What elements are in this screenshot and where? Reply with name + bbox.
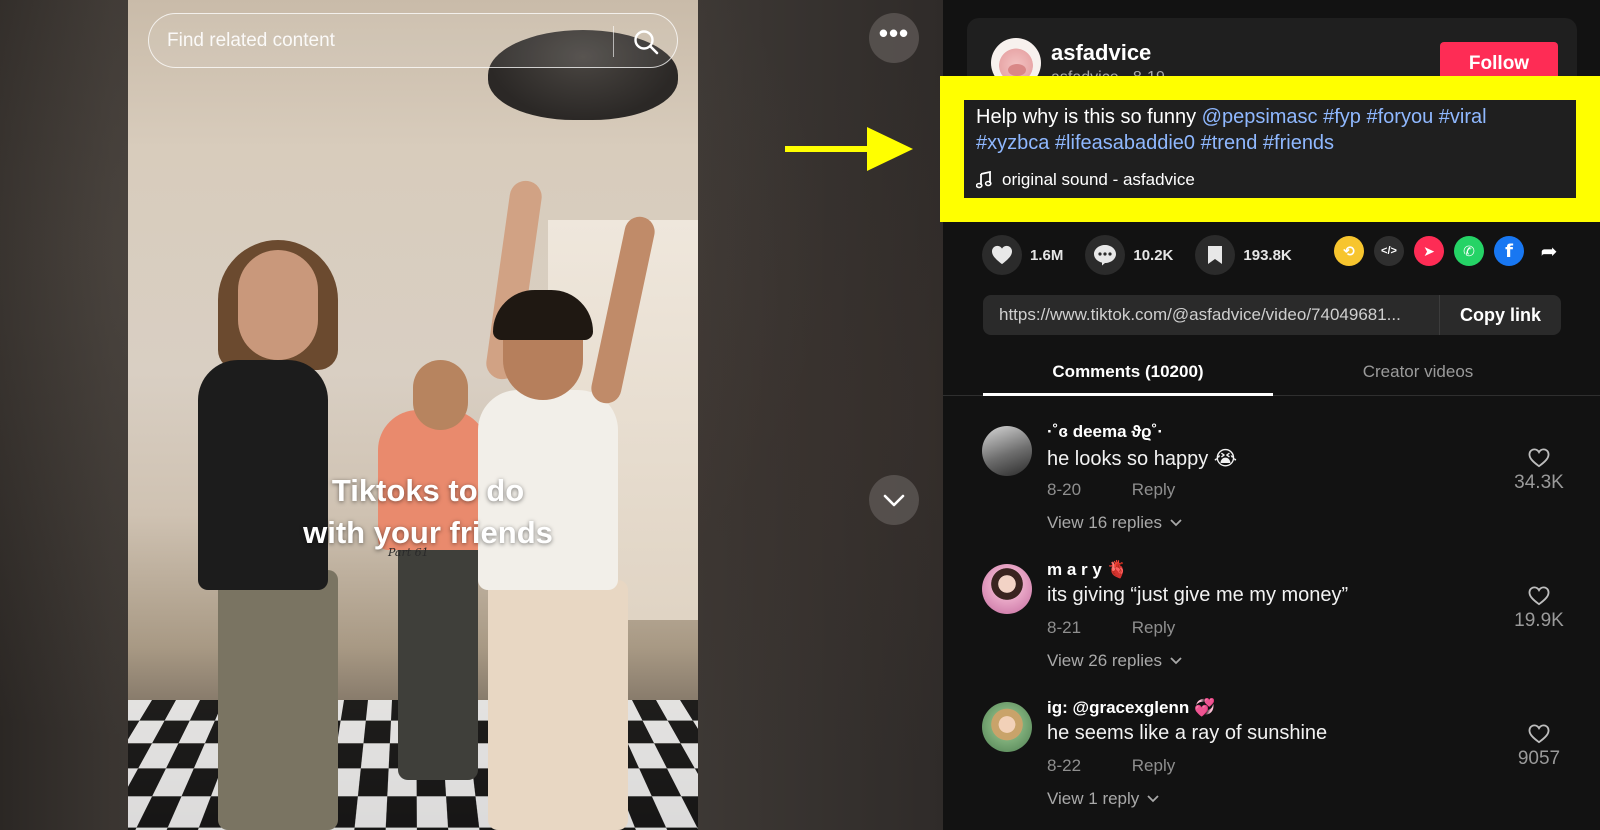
comment-text: its giving “just give me my money” [1047,584,1349,606]
chevron-down-icon [883,494,905,507]
search-input[interactable] [167,26,587,56]
comment-text: he looks so happy 😭 [1047,448,1238,470]
video-part-label: Part 61 [388,546,429,559]
view-replies-button[interactable]: View 26 replies [1047,651,1182,671]
action-bar: 1.6M 10.2K 193.8K [982,230,1314,280]
comment-date: 8-20 [1047,480,1082,499]
share-arrow-icon[interactable]: ➦ [1534,236,1564,266]
facebook-icon[interactable]: f [1494,236,1524,266]
hashtag-link[interactable]: #xyzbca [976,132,1049,154]
mention-link[interactable]: @pepsimasc [1202,106,1318,128]
next-video-button[interactable] [869,475,919,525]
whatsapp-icon[interactable]: ✆ [1454,236,1484,266]
tab-creator-videos[interactable]: Creator videos [1273,352,1563,392]
post-description: Help why is this so funny @pepsimasc #fy… [964,104,1554,156]
hashtag-link[interactable]: #viral [1439,106,1487,128]
view-replies-label: View 26 replies [1047,651,1162,670]
search-icon[interactable] [631,27,661,57]
hashtag-link[interactable]: #trend [1201,132,1258,154]
person-1-head [238,250,318,360]
view-replies-label: View 1 reply [1047,789,1140,808]
comment-like-count: 34.3K [1514,472,1564,493]
annotation-arrow-icon [785,127,913,171]
comment-item: ·˚ɞ deema ϑϱ˚· he looks so happy 😭 8-20 … [943,420,1600,558]
like-count: 1.6M [1030,246,1064,264]
sound-link[interactable]: original sound - asfadvice [976,170,1195,190]
comment-like-button[interactable]: 9057 [1509,724,1569,770]
chevron-down-icon [1170,519,1182,527]
chevron-down-icon [1147,795,1159,803]
commenter-name[interactable]: m a r y 🫀 [1047,560,1128,580]
tab-comments[interactable]: Comments (10200) [983,352,1273,396]
reply-button[interactable]: Reply [1132,618,1175,637]
comment-like-count: 19.9K [1514,610,1564,631]
description-highlight-box: Help why is this so funny @pepsimasc #fy… [940,76,1600,222]
heart-outline-icon [1528,448,1550,468]
search-divider [613,26,614,57]
comment-item: ig: @gracexglenn 💞 he seems like a ray o… [943,696,1600,830]
share-link-box: https://www.tiktok.com/@asfadvice/video/… [983,295,1561,335]
comment-like-button[interactable]: 34.3K [1509,448,1569,494]
commenter-avatar[interactable] [982,702,1032,752]
repost-icon[interactable]: ⟲ [1334,236,1364,266]
comment-icon [1094,245,1117,266]
heart-icon [992,245,1012,265]
comment-date: 8-21 [1047,618,1082,637]
person-2-legs [398,540,478,780]
video-caption-line-1: Tiktoks to do [331,473,525,508]
heart-outline-icon [1528,724,1550,744]
share-row: ⟲ </> ➤ ✆ f ➦ [1334,236,1564,266]
person-3-legs [488,580,628,830]
author-username[interactable]: asfadvice [1051,40,1151,66]
hashtag-link[interactable]: #friends [1263,132,1334,154]
commenter-name[interactable]: ig: @gracexglenn 💞 [1047,698,1215,718]
sound-name: original sound - asfadvice [1002,170,1195,189]
reply-button[interactable]: Reply [1132,480,1175,499]
save-action[interactable]: 193.8K [1195,235,1292,275]
commenter-name[interactable]: ·˚ɞ deema ϑϱ˚· [1047,422,1163,442]
save-count: 193.8K [1243,246,1292,264]
comment-count: 10.2K [1133,246,1174,264]
view-replies-button[interactable]: View 1 reply [1047,789,1159,809]
comment-meta: 8-21 Reply [1047,618,1175,638]
hashtag-link[interactable]: #lifeasabaddie0 [1055,132,1195,154]
person-2-head [413,360,468,430]
hashtag-link[interactable]: #fyp [1323,106,1361,128]
chevron-down-icon [1170,657,1182,665]
search-bar[interactable] [148,13,678,68]
panel-tabs: Comments (10200) Creator videos [943,352,1600,396]
comment-date: 8-22 [1047,756,1082,775]
person-1-legs [218,570,338,830]
commenter-avatar[interactable] [982,564,1032,614]
heart-outline-icon [1528,586,1550,606]
video-caption: Tiktoks to do with your friends [278,470,578,554]
comment-action[interactable]: 10.2K [1085,235,1173,275]
comment-text: he seems like a ray of sunshine [1047,722,1328,744]
more-options-button[interactable]: ••• [869,13,919,63]
comment-like-count: 9057 [1517,748,1561,769]
description-text: Help why is this so funny [976,106,1202,128]
comment-meta: 8-20 Reply [1047,480,1175,500]
comment-item: m a r y 🫀 its giving “just give me my mo… [943,558,1600,696]
bookmark-icon [1208,246,1223,264]
view-replies-button[interactable]: View 16 replies [1047,513,1182,533]
ellipsis-icon: ••• [878,18,910,48]
like-action[interactable]: 1.6M [982,235,1063,275]
embed-icon[interactable]: </> [1374,236,1404,266]
reply-button[interactable]: Reply [1132,756,1175,775]
pig-snout [1008,64,1026,76]
share-url[interactable]: https://www.tiktok.com/@asfadvice/video/… [999,305,1439,325]
hashtag-link[interactable]: #foryou [1367,106,1434,128]
view-replies-label: View 16 replies [1047,513,1162,532]
send-icon[interactable]: ➤ [1414,236,1444,266]
comment-meta: 8-22 Reply [1047,756,1175,776]
music-note-icon [976,171,992,189]
video-player[interactable]: Tiktoks to do with your friends Part 61 [128,0,698,830]
comment-like-button[interactable]: 19.9K [1509,586,1569,632]
commenter-avatar[interactable] [982,426,1032,476]
copy-link-button[interactable]: Copy link [1439,295,1561,335]
